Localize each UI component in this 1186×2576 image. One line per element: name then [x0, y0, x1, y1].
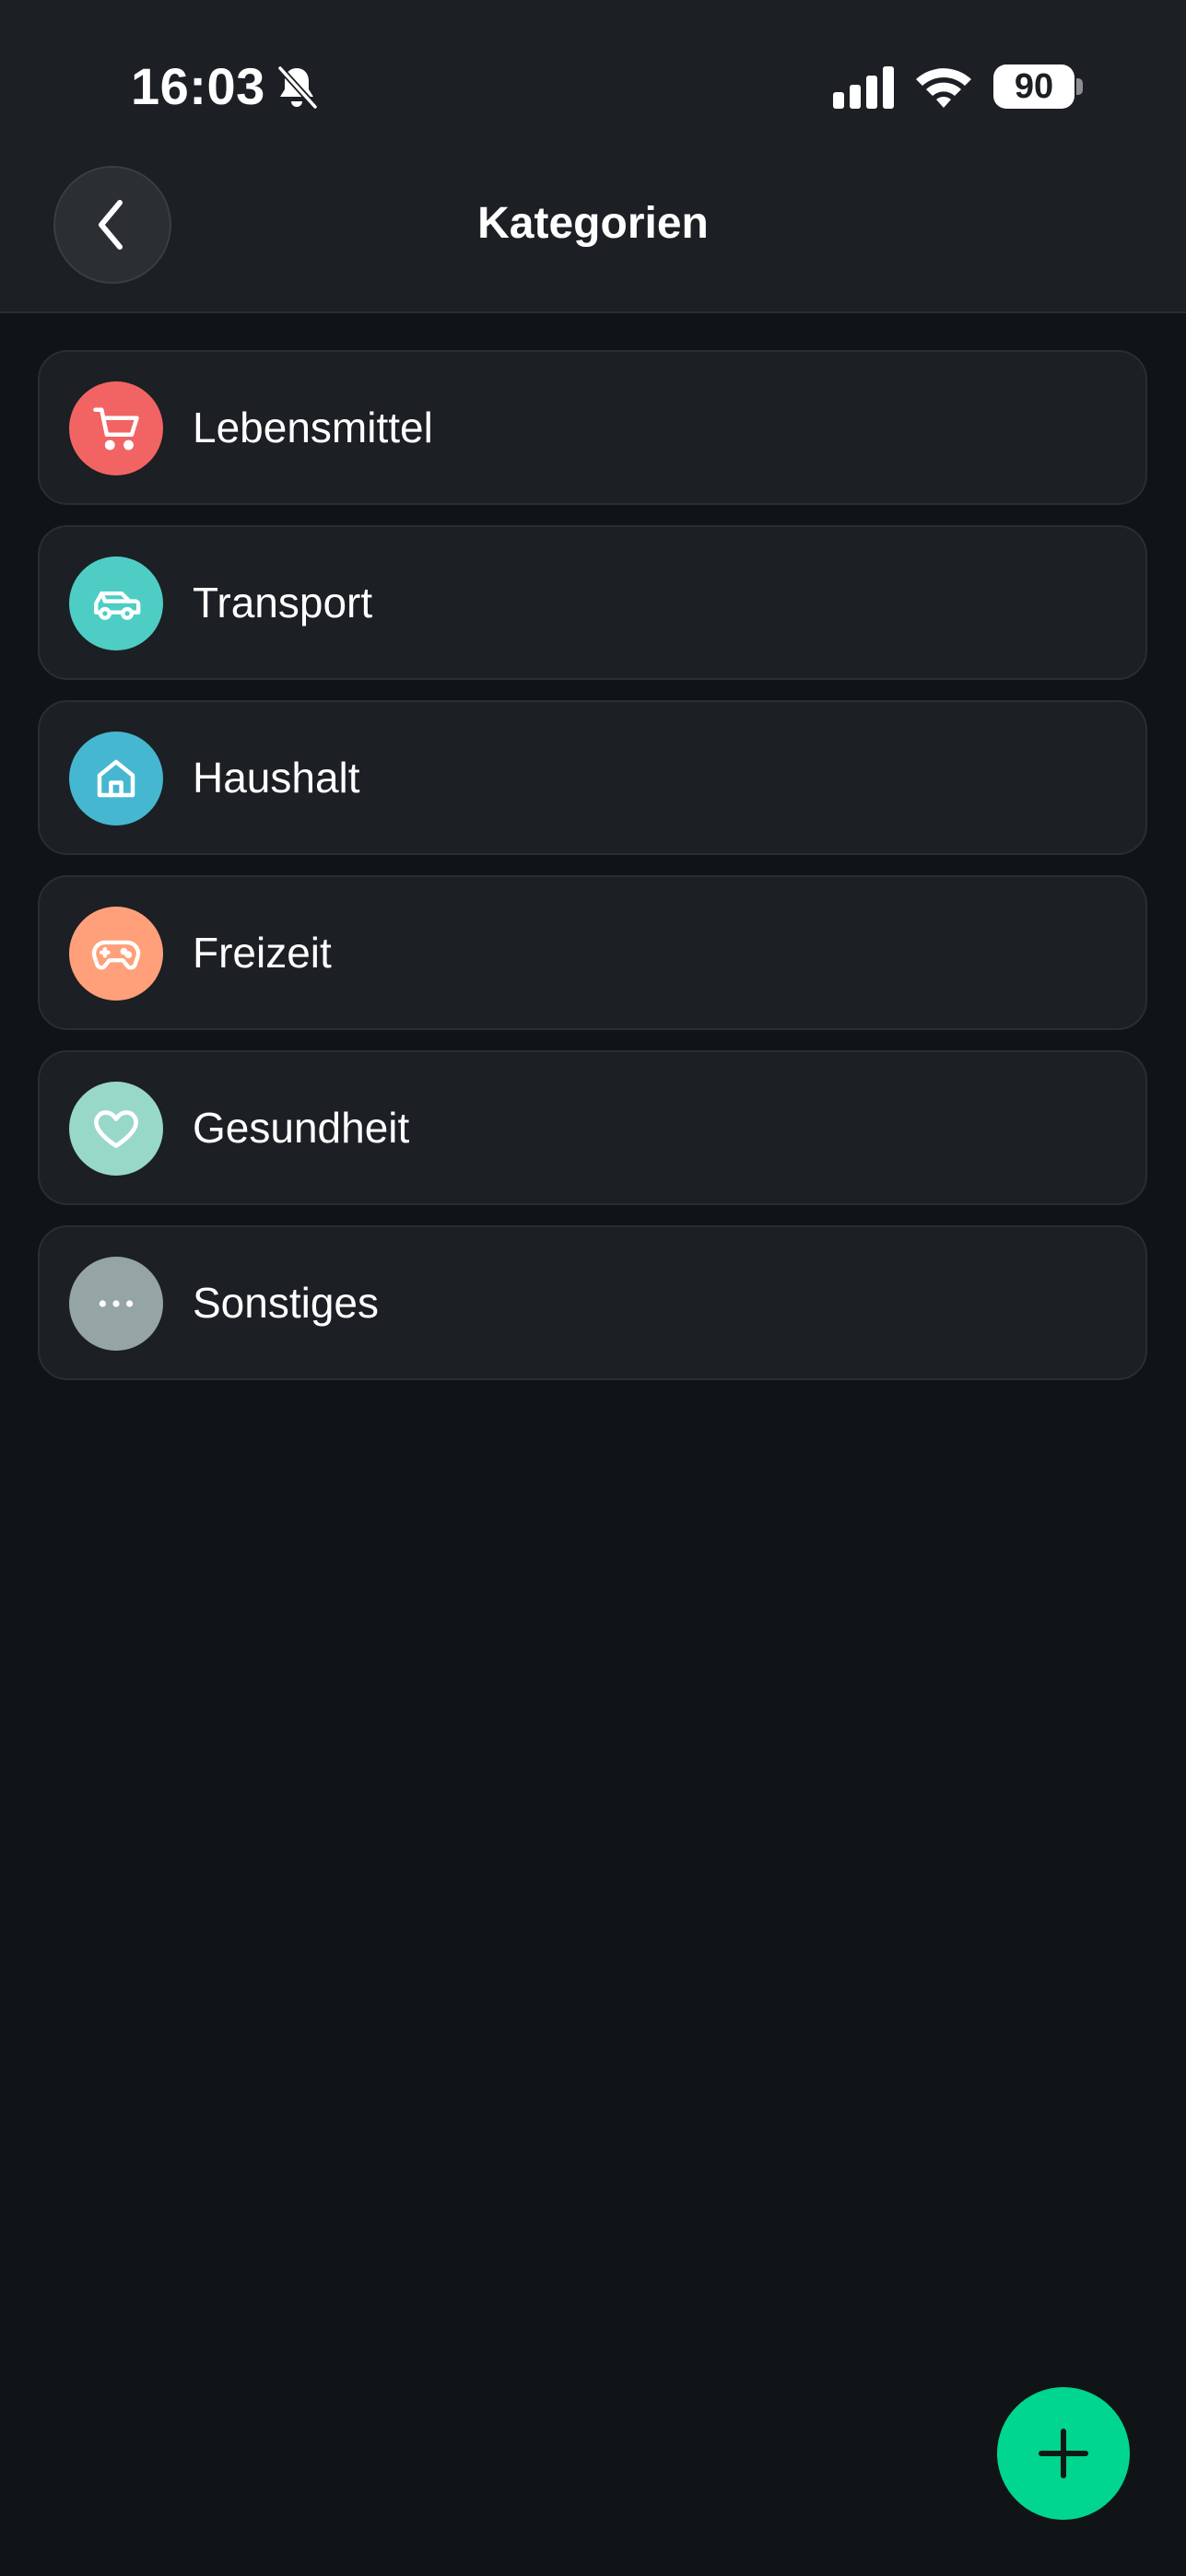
page-title: Kategorien: [477, 199, 709, 248]
category-icon-badge: [69, 732, 163, 825]
gamepad-icon: [91, 940, 141, 970]
wifi-icon: [916, 68, 971, 108]
header: 16:03 90 Kategorien: [0, 0, 1186, 313]
category-item-lebensmittel[interactable]: Lebensmittel: [38, 350, 1147, 505]
category-label: Gesundheit: [193, 1104, 410, 1152]
battery-tip: [1076, 78, 1083, 95]
category-label: Haushalt: [193, 754, 360, 802]
category-list: Lebensmittel Transport Haushalt Freizeit…: [38, 350, 1147, 1400]
category-label: Lebensmittel: [193, 404, 433, 451]
category-label: Sonstiges: [193, 1279, 380, 1327]
battery-level: 90: [993, 64, 1074, 109]
more-horizontal-icon: [99, 1300, 134, 1307]
add-category-button[interactable]: [997, 2387, 1130, 2520]
plus-icon: [1039, 2429, 1088, 2478]
status-time: 16:03: [131, 57, 265, 115]
car-icon: [94, 591, 141, 620]
battery-icon: 90: [993, 64, 1083, 109]
category-icon-badge: [69, 1257, 163, 1351]
heart-icon: [94, 1110, 138, 1148]
nav-bar: Kategorien: [0, 166, 1186, 313]
category-item-gesundheit[interactable]: Gesundheit: [38, 1050, 1147, 1205]
category-icon-badge: [69, 381, 163, 475]
home-icon: [97, 759, 135, 798]
bell-off-icon: [276, 64, 319, 111]
category-label: Transport: [193, 579, 373, 626]
category-icon-badge: [69, 907, 163, 1001]
screen: 16:03 90 Kategorien Lebensmittel Transpo…: [0, 0, 1186, 2576]
category-item-transport[interactable]: Transport: [38, 525, 1147, 680]
category-label: Freizeit: [193, 929, 332, 977]
status-bar: 16:03 90: [0, 0, 1186, 175]
category-item-sonstiges[interactable]: Sonstiges: [38, 1225, 1147, 1380]
cellular-signal-icon: [833, 66, 894, 109]
category-item-freizeit[interactable]: Freizeit: [38, 875, 1147, 1030]
shopping-cart-icon: [93, 407, 139, 451]
category-icon-badge: [69, 556, 163, 650]
category-icon-badge: [69, 1082, 163, 1176]
category-item-haushalt[interactable]: Haushalt: [38, 700, 1147, 855]
